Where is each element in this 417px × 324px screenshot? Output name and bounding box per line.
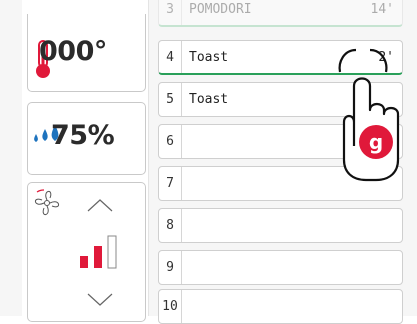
- row-number: 7: [159, 167, 182, 200]
- temperature-value: 000°: [39, 36, 107, 67]
- list-item[interactable]: 10: [158, 289, 403, 324]
- humidity-value: 75%: [51, 120, 115, 151]
- gesture-label: g: [369, 130, 383, 154]
- row-program-name: POMODORI: [189, 1, 252, 17]
- list-item[interactable]: 8: [158, 208, 403, 243]
- row-number: 8: [159, 209, 182, 242]
- row-number: 6: [159, 125, 182, 158]
- row-number: 10: [159, 290, 182, 323]
- fan-icon: [35, 189, 59, 215]
- row-program-name: Toast: [189, 49, 229, 65]
- chevron-up-icon[interactable]: [86, 197, 114, 213]
- chevron-down-icon[interactable]: [86, 292, 114, 308]
- fan-level-bars[interactable]: [78, 234, 122, 270]
- row-program-name: Toast: [189, 92, 229, 107]
- row-number: 3: [159, 0, 182, 25]
- row-number: 5: [159, 83, 182, 116]
- row-number: 9: [159, 251, 182, 284]
- tap-hand-icon: g: [338, 48, 400, 182]
- list-item[interactable]: 9: [158, 250, 403, 285]
- row-duration: 14': [370, 1, 394, 17]
- list-item[interactable]: 3 POMODORI 14': [158, 0, 403, 27]
- row-number: 4: [159, 41, 182, 73]
